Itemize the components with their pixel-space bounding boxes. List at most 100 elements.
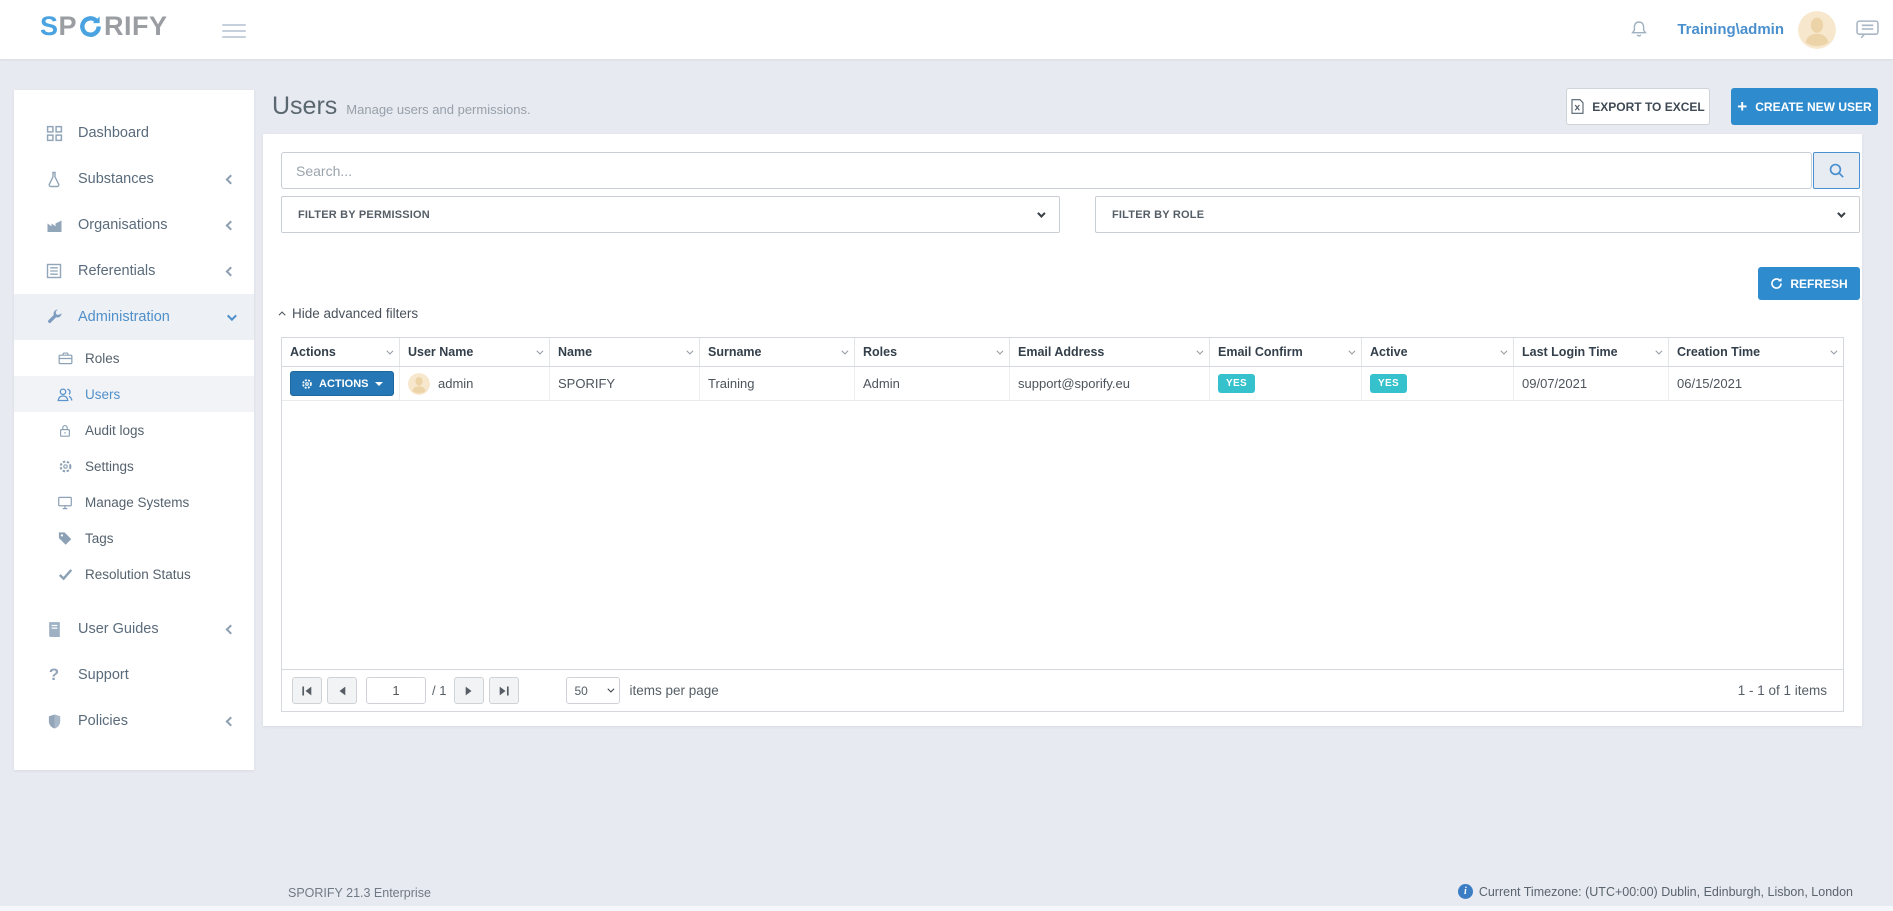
active-badge: YES xyxy=(1370,374,1407,393)
table-header-row: Actions User Name Name Surname Roles Ema… xyxy=(282,338,1843,367)
monitor-icon xyxy=(56,494,74,510)
check-icon xyxy=(56,566,74,582)
sidebar-subitem-label: Audit logs xyxy=(85,423,144,438)
column-menu-chevron-icon[interactable] xyxy=(686,347,693,354)
sporify-logo: SPRIFY xyxy=(40,13,168,40)
column-menu-chevron-icon[interactable] xyxy=(1830,347,1837,354)
sidebar-item-label: Support xyxy=(78,667,234,683)
page-number-input[interactable] xyxy=(366,677,426,704)
sidebar-subitem-label: Users xyxy=(85,387,120,402)
chevron-left-icon xyxy=(226,220,236,230)
sidebar-item-dashboard[interactable]: Dashboard xyxy=(14,110,254,156)
sidebar-subitem-manage-systems[interactable]: Manage Systems xyxy=(14,484,254,520)
sidebar-item-label: Dashboard xyxy=(78,125,234,141)
column-menu-chevron-icon[interactable] xyxy=(386,347,393,354)
column-menu-chevron-icon[interactable] xyxy=(996,347,1003,354)
table-empty-area xyxy=(282,401,1843,669)
column-header-user-name[interactable]: User Name xyxy=(400,338,550,366)
search-icon xyxy=(1828,162,1845,179)
users-table: Actions User Name Name Surname Roles Ema… xyxy=(281,337,1844,712)
sidebar-item-label: Substances xyxy=(78,171,227,187)
sidebar-subitem-users[interactable]: Users xyxy=(14,376,254,412)
organisation-factory-icon xyxy=(44,216,64,234)
column-header-email-address[interactable]: Email Address xyxy=(1010,338,1210,366)
sidebar-subitem-settings[interactable]: Settings xyxy=(14,448,254,484)
column-menu-chevron-icon[interactable] xyxy=(1500,347,1507,354)
last-page-button[interactable] xyxy=(489,677,519,704)
column-header-email-confirm[interactable]: Email Confirm xyxy=(1210,338,1362,366)
page-size-select[interactable]: 50 xyxy=(566,677,620,704)
column-header-active[interactable]: Active xyxy=(1362,338,1514,366)
sidebar-subitem-label: Roles xyxy=(85,351,120,366)
first-page-button[interactable] xyxy=(292,677,322,704)
chat-icon[interactable] xyxy=(1856,20,1879,39)
current-user-menu[interactable]: Training\admin xyxy=(1677,21,1784,38)
chevron-down-icon xyxy=(1037,209,1045,217)
sidebar-item-referentials[interactable]: Referentials xyxy=(14,248,254,294)
sidebar-subitem-tags[interactable]: Tags xyxy=(14,520,254,556)
column-menu-chevron-icon[interactable] xyxy=(1196,347,1203,354)
last-page-icon xyxy=(497,684,511,698)
dashboard-grid-icon xyxy=(44,124,64,142)
first-page-icon xyxy=(300,684,314,698)
active-cell: YES xyxy=(1362,367,1514,400)
column-menu-chevron-icon[interactable] xyxy=(536,347,543,354)
sidebar-subitem-label: Tags xyxy=(85,531,114,546)
gear-icon xyxy=(301,378,313,390)
last-login-cell: 09/07/2021 xyxy=(1514,367,1669,400)
gear-icon xyxy=(56,458,74,474)
name-cell: SPORIFY xyxy=(550,367,700,400)
table-row: ACTIONS admin SPORIFY Training Admin sup… xyxy=(282,367,1843,401)
next-page-icon xyxy=(462,684,476,698)
chevron-left-icon xyxy=(226,624,236,634)
column-header-actions[interactable]: Actions xyxy=(282,338,400,366)
lock-icon xyxy=(56,422,74,438)
refresh-button[interactable]: REFRESH xyxy=(1758,267,1860,300)
sidebar-item-user-guides[interactable]: User Guides xyxy=(14,606,254,652)
hide-advanced-filters-toggle[interactable]: Hide advanced filters xyxy=(281,306,418,321)
chevron-left-icon xyxy=(226,174,236,184)
sidebar-subitem-resolution-status[interactable]: Resolution Status xyxy=(14,556,254,592)
sidebar-subitem-roles[interactable]: Roles xyxy=(14,340,254,376)
export-to-excel-button[interactable]: EXPORT TO EXCEL xyxy=(1566,88,1710,125)
filter-by-role-select[interactable]: FILTER BY ROLE xyxy=(1095,196,1860,233)
filter-by-permission-label: FILTER BY PERMISSION xyxy=(298,209,430,221)
column-header-surname[interactable]: Surname xyxy=(700,338,855,366)
sidebar-item-label: User Guides xyxy=(78,621,227,637)
column-header-roles[interactable]: Roles xyxy=(855,338,1010,366)
column-header-creation-time[interactable]: Creation Time xyxy=(1669,338,1843,366)
search-button[interactable] xyxy=(1813,152,1860,189)
user-name-cell: admin xyxy=(400,367,550,400)
column-header-last-login-time[interactable]: Last Login Time xyxy=(1514,338,1669,366)
notifications-bell-icon[interactable] xyxy=(1629,19,1649,40)
sidebar-item-administration[interactable]: Administration xyxy=(14,294,254,340)
page-subtitle: Manage users and permissions. xyxy=(346,102,530,117)
caret-down-icon xyxy=(375,382,383,386)
sidebar-subitem-audit-logs[interactable]: Audit logs xyxy=(14,412,254,448)
column-menu-chevron-icon[interactable] xyxy=(1655,347,1662,354)
row-actions-label: ACTIONS xyxy=(319,378,369,390)
column-menu-chevron-icon[interactable] xyxy=(841,347,848,354)
hamburger-menu-icon[interactable] xyxy=(222,20,246,42)
create-new-user-button[interactable]: + CREATE NEW USER xyxy=(1731,88,1878,125)
chevron-down-icon xyxy=(227,311,237,321)
sidebar-item-substances[interactable]: Substances xyxy=(14,156,254,202)
next-page-button[interactable] xyxy=(454,677,484,704)
sidebar-item-label: Administration xyxy=(78,309,227,325)
bottom-band xyxy=(0,906,1893,911)
sidebar-item-policies[interactable]: Policies xyxy=(14,698,254,744)
column-menu-chevron-icon[interactable] xyxy=(1348,347,1355,354)
users-icon xyxy=(56,386,74,402)
user-avatar[interactable] xyxy=(1798,11,1836,49)
sidebar-item-support[interactable]: ? Support xyxy=(14,652,254,698)
filter-by-permission-select[interactable]: FILTER BY PERMISSION xyxy=(281,196,1060,233)
logo-refresh-o-icon xyxy=(78,14,103,39)
sidebar-item-organisations[interactable]: Organisations xyxy=(14,202,254,248)
timezone-label: Current Timezone: (UTC+00:00) Dublin, Ed… xyxy=(1479,885,1853,899)
previous-page-button[interactable] xyxy=(327,677,357,704)
column-header-name[interactable]: Name xyxy=(550,338,700,366)
row-actions-button[interactable]: ACTIONS xyxy=(290,371,394,396)
refresh-label: REFRESH xyxy=(1790,277,1847,291)
search-input[interactable] xyxy=(281,152,1812,189)
logo-letters-rify: RIFY xyxy=(104,13,168,40)
